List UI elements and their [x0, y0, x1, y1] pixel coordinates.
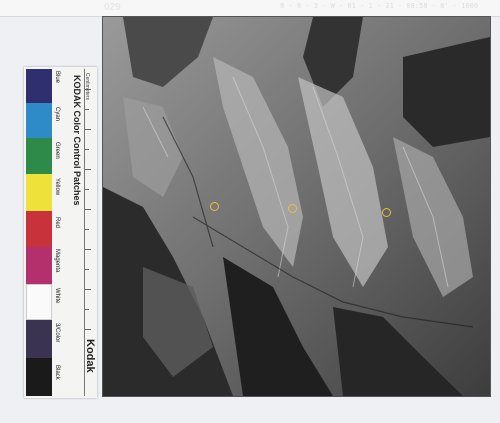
kodak-logo: Kodak	[84, 339, 96, 373]
fiducial-marker-left	[210, 202, 219, 211]
centimeters-label: Centimeters	[84, 73, 90, 100]
fiducial-marker-center	[288, 204, 297, 213]
patch-black	[26, 358, 52, 396]
patch-white	[26, 284, 52, 320]
patch-label-3color: 3/Color	[54, 323, 60, 343]
patch-green	[26, 138, 52, 174]
patch-label-blue: Blue	[54, 71, 60, 84]
patch-label-red: Red	[54, 217, 60, 229]
patch-label-yellow: Yellow	[54, 178, 60, 196]
patch-3color	[26, 320, 52, 358]
patch-label-cyan: Cyan	[54, 107, 60, 122]
patch-label-white: White	[54, 288, 60, 304]
photo-header-codes: 8 · 8 · 3 · W · 61 · 1 · 21 · 08:58 · 8'…	[280, 2, 479, 10]
patch-cyan	[26, 103, 52, 138]
patch-blue	[26, 69, 52, 103]
patch-magenta	[26, 247, 52, 284]
frame-number: 029	[104, 2, 121, 13]
patch-label-magenta: Magenta	[54, 249, 60, 273]
patch-red	[26, 211, 52, 247]
fiducial-marker-right	[382, 208, 391, 217]
card-title: KODAK Color Control Patches	[72, 75, 82, 206]
patch-yellow	[26, 174, 52, 211]
patch-label-green: Green	[54, 142, 60, 159]
color-control-card: Blue Cyan Green Yellow Red Magenta White…	[24, 67, 97, 398]
patch-label-black: Black	[54, 365, 60, 380]
